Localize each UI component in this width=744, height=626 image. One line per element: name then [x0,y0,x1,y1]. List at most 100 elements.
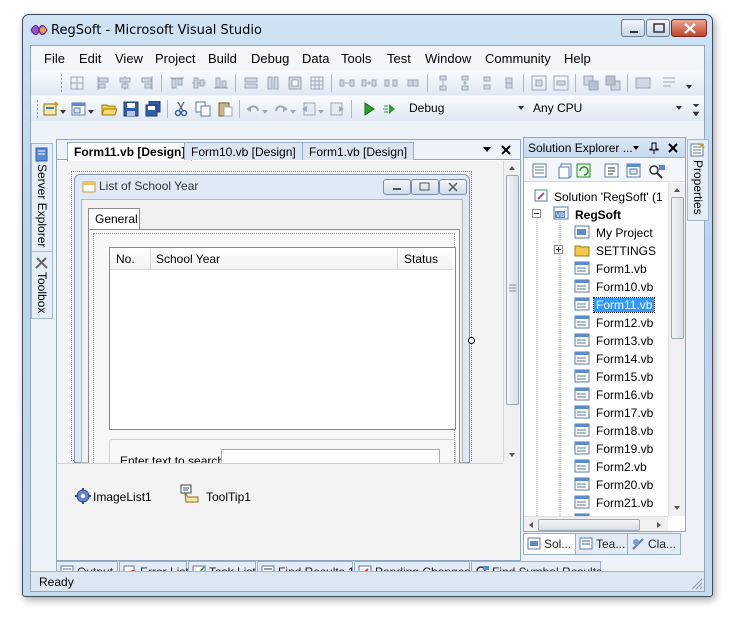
minimize-button[interactable] [621,19,645,37]
properties-tab[interactable]: Properties [687,139,709,221]
start-debugging-icon[interactable] [361,101,377,117]
form-maximize-button[interactable] [411,179,439,195]
menu-project[interactable]: Project [155,51,195,66]
form-close-button[interactable] [439,179,467,195]
title-bar[interactable]: RegSoft - Microsoft Visual Studio [23,15,712,45]
size-to-grid-icon[interactable] [309,75,325,91]
scroll-down-icon[interactable] [673,505,681,511]
tab-form1-design[interactable]: Form1.vb [Design] [302,142,415,160]
save-icon[interactable] [123,101,139,117]
same-size-icon[interactable] [287,75,303,91]
cut-icon[interactable] [173,101,189,117]
column-header-school-year[interactable]: School Year [156,252,220,266]
decrease-spacing-icon[interactable] [383,75,399,91]
close-panel-icon[interactable] [667,142,679,154]
form-resize-handle[interactable] [468,337,475,344]
tree-vertical-scrollbar[interactable] [668,183,685,516]
expand-icon[interactable] [554,245,563,254]
menu-tools[interactable]: Tools [341,51,371,66]
align-tops-icon[interactable] [169,75,185,91]
column-header-no[interactable]: No. [116,252,135,266]
collapse-icon[interactable] [532,209,541,218]
column-header-status[interactable]: Status [404,252,438,266]
refresh-icon[interactable] [576,163,592,179]
menu-debug[interactable]: Debug [251,51,289,66]
designed-form-window[interactable]: List of School Year General No. School Y… [74,174,470,481]
add-project-dropdown-icon[interactable] [59,105,67,121]
tab-form10-design[interactable]: Form10.vb [Design] [184,142,303,160]
add-item-dropdown-icon[interactable] [87,105,95,121]
scroll-thumb[interactable] [506,175,519,405]
vertical-spacing-icon[interactable] [435,75,451,91]
design-vertical-scrollbar[interactable] [503,161,519,461]
auto-hide-pin-icon[interactable] [648,141,660,155]
window-position-dropdown-icon[interactable] [632,145,640,151]
navigate-forward-icon[interactable] [329,101,345,117]
paste-icon[interactable] [217,101,233,117]
solution-platform-select[interactable]: Any CPU [527,99,685,118]
align-rights-icon[interactable] [139,75,155,91]
class-view-panel-tab[interactable]: Cla... [627,533,682,555]
view-designer-icon[interactable] [626,163,642,179]
solution-explorer-panel-tab[interactable]: Sol... [523,533,577,555]
properties-icon[interactable] [532,163,548,179]
close-document-icon[interactable] [500,144,512,156]
align-bottoms-icon[interactable] [213,75,229,91]
scroll-thumb[interactable] [671,197,684,339]
maximize-button[interactable] [646,19,670,37]
undo-icon[interactable] [245,101,261,117]
horizontal-spacing-icon[interactable] [339,75,355,91]
class-diagram-icon[interactable] [648,163,666,179]
align-middles-icon[interactable] [191,75,207,91]
center-vertically-icon[interactable] [553,75,569,91]
center-horizontally-icon[interactable] [531,75,547,91]
tab-order-icon[interactable] [635,75,651,91]
menu-community[interactable]: Community [485,51,551,66]
navigate-backward-icon[interactable] [301,101,317,117]
same-height-icon[interactable] [265,75,281,91]
menu-edit[interactable]: Edit [79,51,101,66]
form-minimize-button[interactable] [383,179,411,195]
menu-test[interactable]: Test [387,51,411,66]
scroll-up-icon[interactable] [508,165,516,171]
close-button[interactable] [671,19,707,37]
scroll-down-icon[interactable] [508,452,516,458]
align-centers-icon[interactable] [117,75,133,91]
scroll-up-icon[interactable] [673,187,681,193]
remove-vertical-spacing-icon[interactable] [501,75,517,91]
open-file-icon[interactable] [101,101,118,117]
school-year-listview[interactable]: No. School Year Status [109,247,456,430]
decrease-vertical-spacing-icon[interactable] [479,75,495,91]
tree-solution[interactable]: Solution 'RegSoft' (1 [554,190,663,204]
add-new-project-icon[interactable] [43,101,59,117]
toolbar-overflow-icon[interactable] [691,101,701,117]
tab-form11-design[interactable]: Form11.vb [Design] [67,142,193,161]
start-without-debugging-icon[interactable] [381,101,397,117]
copy-icon[interactable] [195,101,211,117]
menu-data[interactable]: Data [302,51,329,66]
menu-view[interactable]: View [115,51,143,66]
toolbar-overflow-icon[interactable] [684,75,694,91]
tab-general[interactable]: General [88,208,140,229]
active-files-dropdown-icon[interactable] [482,146,492,154]
menu-file[interactable]: File [44,51,65,66]
send-to-back-icon[interactable] [605,75,621,91]
add-new-item-icon[interactable] [71,101,87,117]
view-code-icon[interactable] [604,163,620,179]
undo-dropdown-icon[interactable] [261,105,269,121]
show-all-files-icon[interactable] [558,163,574,179]
increase-vertical-spacing-icon[interactable] [457,75,473,91]
navigate-backward-dropdown-icon[interactable] [317,105,325,121]
team-explorer-panel-tab[interactable]: Tea... [575,533,631,555]
align-grid-icon[interactable] [69,75,85,91]
redo-dropdown-icon[interactable] [289,105,297,121]
lock-controls-icon[interactable] [661,75,677,91]
menu-help[interactable]: Help [564,51,591,66]
save-all-icon[interactable] [145,100,161,117]
redo-icon[interactable] [273,101,289,117]
increase-spacing-icon[interactable] [361,75,377,91]
server-explorer-tab[interactable]: Server Explorer [31,143,53,255]
menu-build[interactable]: Build [208,51,237,66]
scroll-thumb[interactable] [538,519,640,531]
scroll-left-icon[interactable] [528,521,534,529]
